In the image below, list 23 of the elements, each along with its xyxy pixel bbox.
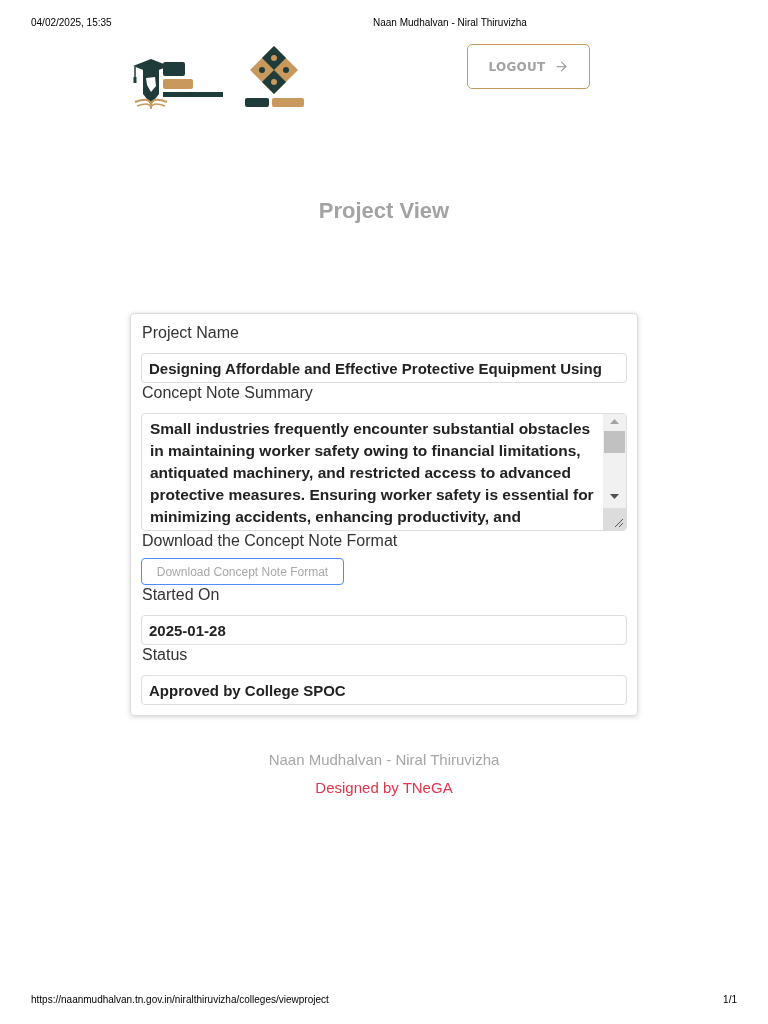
field-label: Status — [141, 645, 189, 665]
field-label: Concept Note Summary — [141, 383, 314, 403]
print-page-number: 1/1 — [723, 994, 737, 1006]
footer-credit: Designed by TNeGA — [315, 778, 453, 798]
scroll-down-arrow-icon[interactable] — [610, 494, 619, 499]
resize-grip-icon[interactable] — [614, 518, 623, 527]
field-label: Project Name — [141, 323, 240, 343]
text-field[interactable]: Approved by College SPOC — [141, 675, 627, 705]
scrollbar[interactable] — [603, 414, 626, 530]
scrollbar-thumb[interactable] — [604, 431, 625, 453]
footer-site-name: Naan Mudhalvan - Niral Thiruvizha — [268, 750, 500, 770]
print-title: Naan Mudhalvan - Niral Thiruvizha — [373, 17, 527, 29]
graduation-cap-logo-icon — [131, 56, 225, 110]
text-field[interactable]: 2025-01-28 — [141, 615, 627, 645]
print-date: 04/02/2025, 15:35 — [31, 17, 112, 29]
arrow-right-icon — [553, 59, 569, 74]
concept-summary-text: Small industries frequently encounter substantial obstacles in maintaining worker safety owing to financial limitations, antiquated machinery, and restricted access to advanced protective measures. Ensuring worker safety is essential for minimizing accidents, enhancing productivity, and — [149, 419, 595, 527]
concept-summary-textarea[interactable] — [141, 413, 627, 531]
field-label: Download the Concept Note Format — [141, 531, 399, 551]
page-title: Project View — [318, 198, 450, 224]
print-url: https://naanmudhalvan.tn.gov.in/niralthiruvizha/colleges/viewproject — [31, 994, 329, 1006]
field-label: Started On — [141, 585, 221, 605]
text-field[interactable]: Designing Affordable and Effective Protective Equipment Using — [141, 353, 627, 383]
